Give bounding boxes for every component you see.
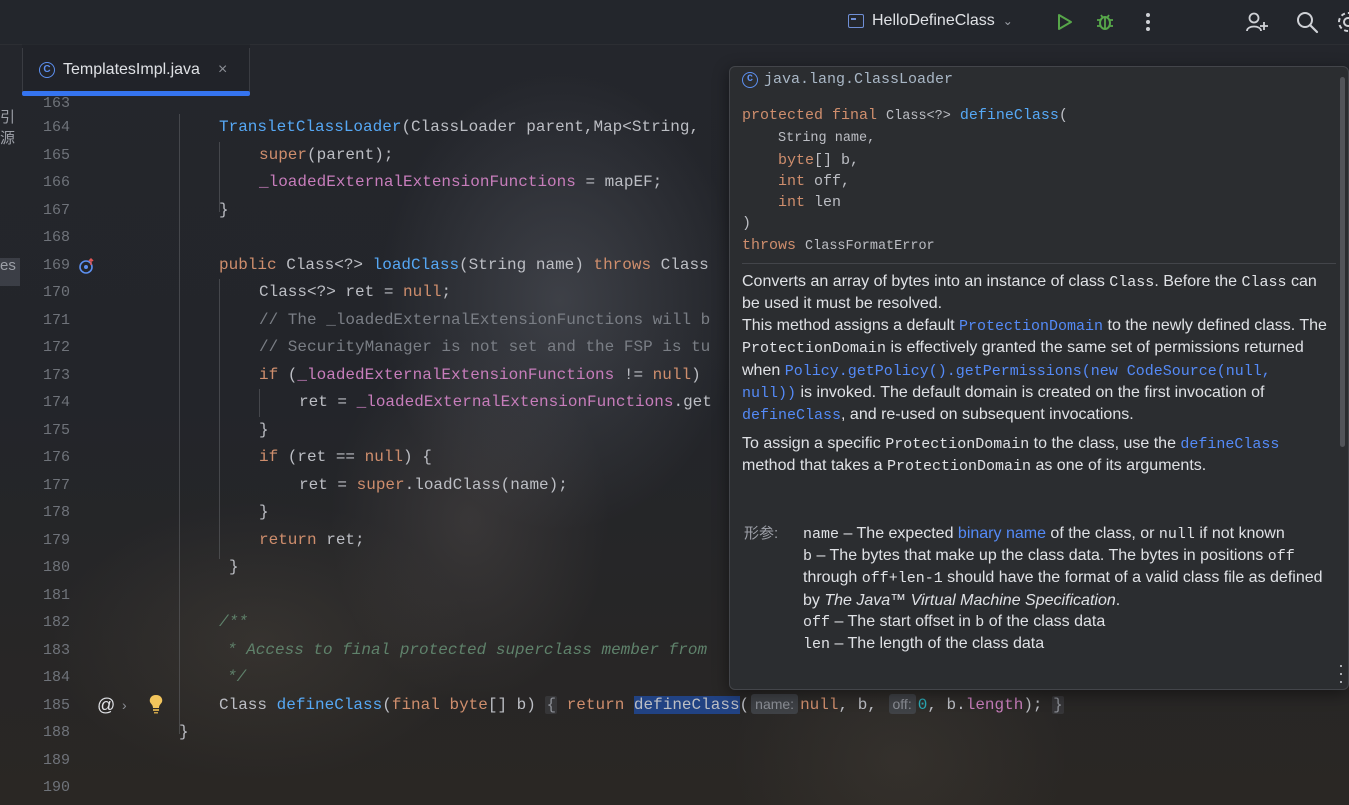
close-icon[interactable]: ×	[218, 61, 227, 79]
defineclass-link[interactable]: defineClass	[1180, 436, 1279, 453]
parameter-hint-off: off:	[888, 694, 916, 714]
params-label: 形参:	[744, 525, 779, 542]
doc-description: Converts an array of bytes into an insta…	[742, 273, 1327, 476]
chevron-right-icon[interactable]: ›	[122, 692, 127, 720]
title-bar: HelloDefineClass ⌄	[0, 0, 1349, 45]
chevron-down-icon: ⌄	[1002, 14, 1013, 28]
code-line: 189	[42, 752, 70, 769]
method-signature: protected final Class<?> defineClass( St…	[742, 107, 1068, 254]
binary-name-link[interactable]: binary name	[958, 525, 1046, 542]
run-configuration-selector[interactable]: HelloDefineClass ⌄	[848, 8, 1013, 34]
settings-button[interactable]	[1336, 8, 1349, 36]
param-b: b – The bytes that make up the class dat…	[803, 547, 1323, 609]
parameter-hint-name: name:	[751, 694, 799, 714]
truncated-tree-label: 引源	[0, 109, 16, 147]
project-panel-edge: 引源 es	[0, 96, 22, 805]
tab-label: TemplatesImpl.java	[63, 61, 200, 78]
run-button[interactable]	[1050, 8, 1078, 36]
class-icon: C	[39, 62, 55, 78]
tab-templatesimpl-java[interactable]: C TemplatesImpl.java ×	[22, 48, 250, 92]
debug-button[interactable]	[1091, 8, 1119, 36]
code-with-me-button[interactable]	[1243, 8, 1271, 36]
popup-scrollbar[interactable]	[1340, 77, 1345, 447]
defineclass-link[interactable]: defineClass	[742, 407, 841, 424]
truncated-tree-label: es	[0, 257, 16, 274]
search-everywhere-button[interactable]	[1293, 8, 1321, 36]
more-icon	[1146, 13, 1150, 31]
add-user-icon	[1246, 12, 1268, 32]
override-gutter-icon[interactable]	[78, 252, 96, 280]
quick-documentation-popup[interactable]: C java.lang.ClassLoader protected final …	[729, 66, 1349, 690]
more-icon[interactable]: · · ·	[1338, 656, 1344, 689]
run-configuration-name: HelloDefineClass	[872, 12, 995, 29]
at-annotation-gutter-icon[interactable]: @	[97, 692, 115, 720]
doc-header: C java.lang.ClassLoader	[742, 71, 953, 88]
more-actions-button[interactable]	[1134, 8, 1162, 36]
code-line: 190	[42, 779, 70, 796]
editor-tab-bar: C TemplatesImpl.java ×	[22, 44, 250, 96]
code-line-current: 185 @ › Class defineClass(final byte[] b…	[22, 692, 1349, 720]
param-name: name – The expected binary name of the c…	[803, 525, 1285, 543]
settings-icon	[1338, 12, 1349, 32]
param-off: off – The start offset in b of the class…	[803, 612, 1106, 631]
divider	[742, 263, 1336, 264]
class-icon: C	[742, 71, 758, 88]
search-icon	[1297, 12, 1319, 34]
run-icon	[1058, 14, 1072, 30]
param-len: len – The length of the class data	[803, 635, 1045, 654]
debug-icon	[1097, 14, 1113, 30]
doc-class-link[interactable]: java.lang.ClassLoader	[764, 71, 953, 88]
protectiondomain-link[interactable]: ProtectionDomain	[959, 318, 1103, 335]
code-line: 188 }	[42, 723, 189, 741]
application-config-icon	[848, 14, 864, 28]
